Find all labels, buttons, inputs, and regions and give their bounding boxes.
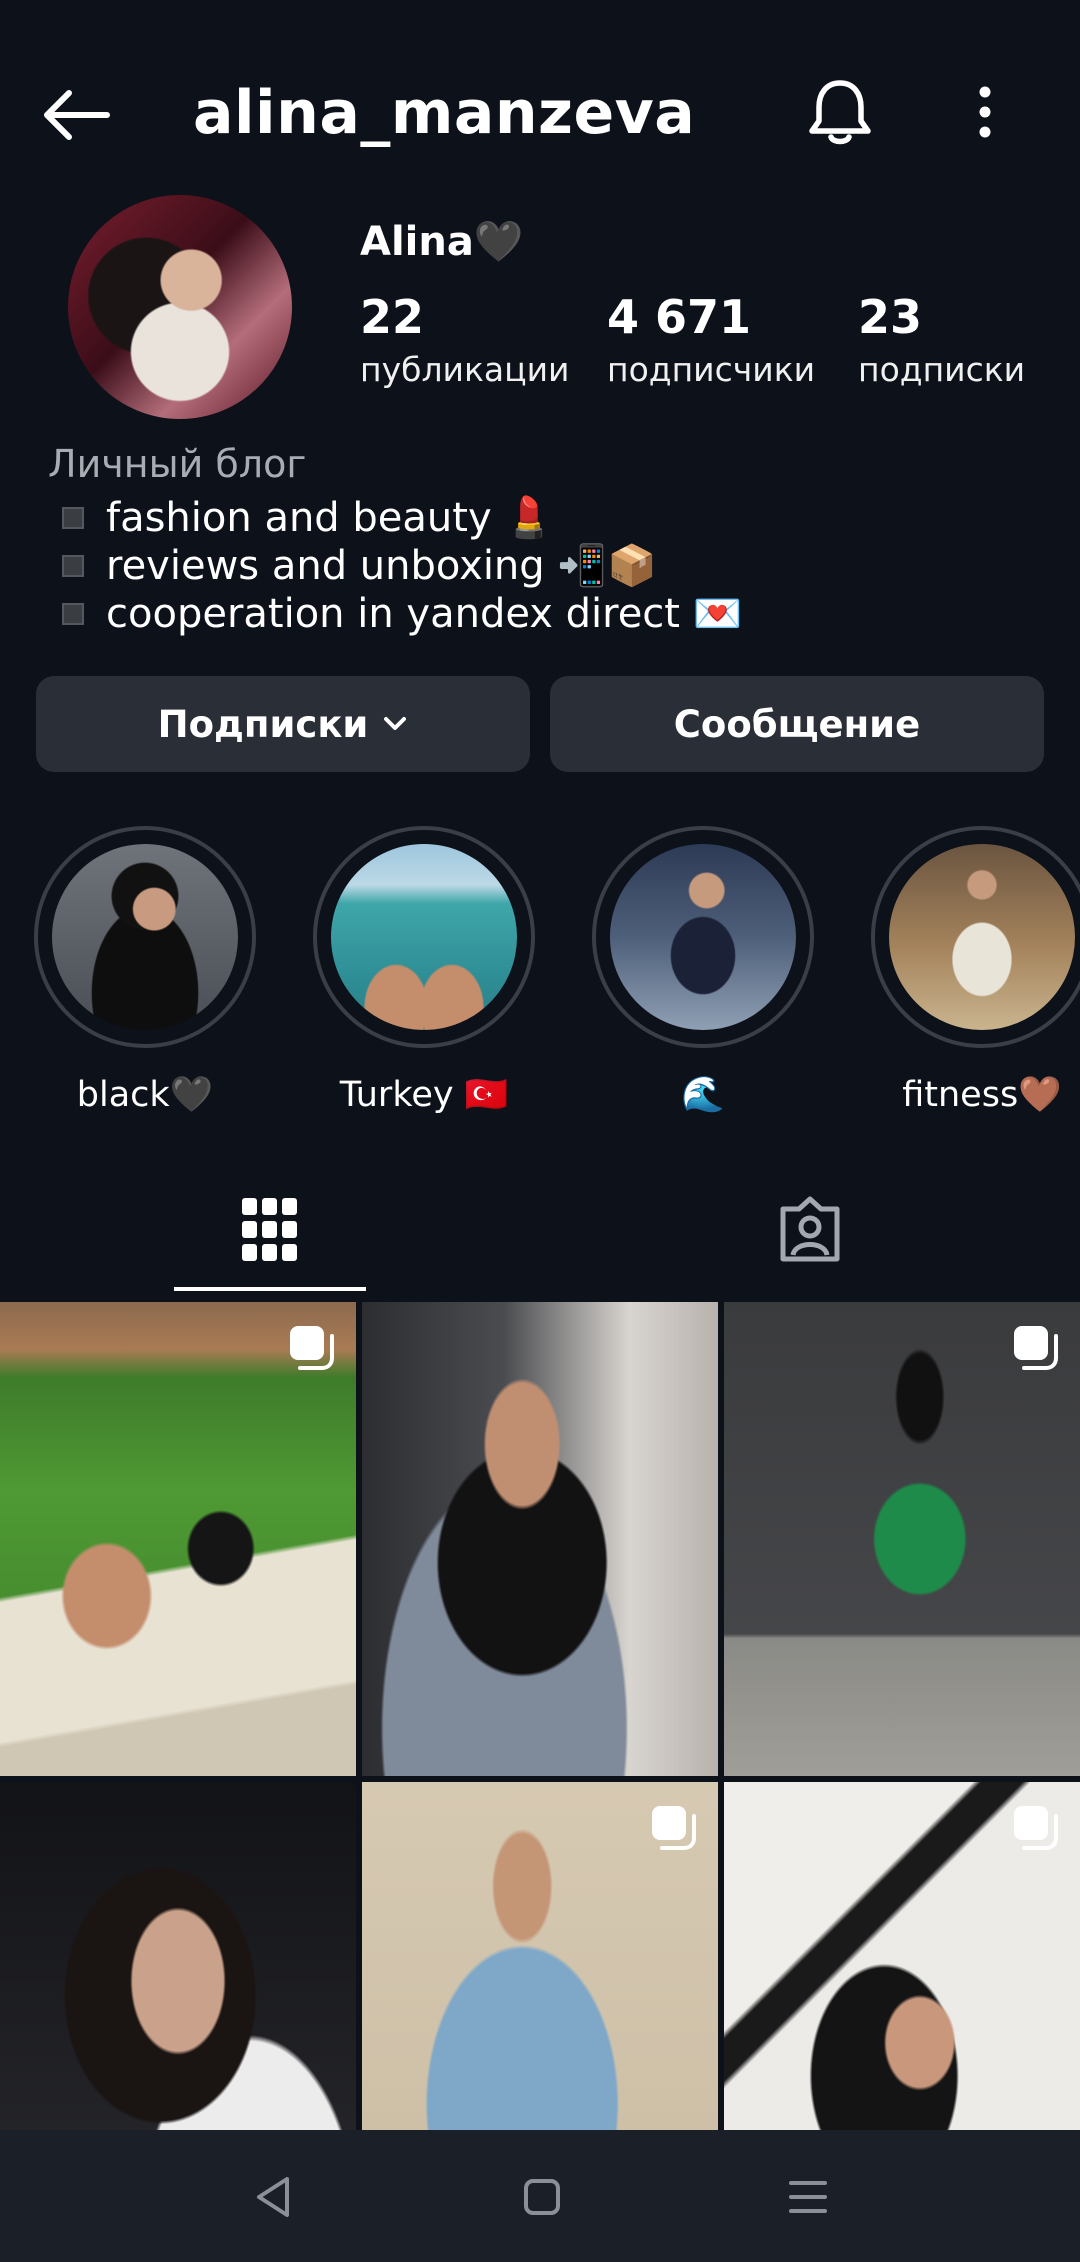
arrow-left-icon — [44, 90, 110, 140]
multiple-photos-icon — [1014, 1806, 1058, 1850]
tagged-person-icon — [780, 1196, 840, 1262]
nav-home-button[interactable] — [497, 2152, 587, 2242]
more-options-button[interactable] — [950, 72, 1020, 152]
highlight-ring — [871, 826, 1080, 1048]
following-dropdown-button[interactable]: Подписки — [36, 676, 530, 772]
post-thumbnail[interactable] — [362, 1302, 718, 1776]
menu-lines-icon — [789, 2181, 827, 2213]
highlight-label: Turkey 🇹🇷 — [339, 1075, 509, 1115]
message-button-label: Сообщение — [673, 702, 921, 746]
grid-icon — [242, 1198, 297, 1261]
tab-posts-grid[interactable] — [175, 1170, 365, 1290]
highlight-cover — [331, 844, 517, 1030]
top-bar: alina_manzeva — [0, 0, 1080, 220]
highlight-ring — [592, 826, 814, 1048]
profile-category: Личный блог — [48, 442, 307, 486]
following-button-label: Подписки — [157, 702, 369, 746]
chevron-down-icon — [384, 717, 407, 730]
highlight-ring — [34, 826, 256, 1048]
home-square-icon — [524, 2179, 560, 2215]
highlight-cover — [52, 844, 238, 1030]
post-thumbnail[interactable] — [724, 1302, 1080, 1776]
back-triangle-icon — [257, 2177, 289, 2217]
more-vertical-icon — [979, 86, 991, 138]
highlight-label: 🌊 — [681, 1075, 725, 1115]
back-button[interactable] — [30, 70, 120, 160]
highlight-cover — [889, 844, 1075, 1030]
message-button[interactable]: Сообщение — [550, 676, 1044, 772]
posts-count[interactable]: 22 публикации — [360, 290, 570, 389]
tab-tagged[interactable] — [715, 1170, 905, 1290]
bell-icon — [809, 80, 871, 145]
highlight-label: fitness🤎 — [902, 1075, 1062, 1115]
square-bullet-icon — [62, 554, 84, 577]
nav-back-button[interactable] — [228, 2152, 318, 2242]
highlight-ring — [313, 826, 535, 1048]
multiple-photos-icon — [1014, 1326, 1058, 1370]
profile-avatar[interactable] — [68, 195, 292, 419]
story-highlight[interactable]: Turkey 🇹🇷 — [313, 826, 535, 1115]
display-name: Alina🖤 — [360, 219, 524, 265]
post-image — [724, 1302, 1080, 1776]
highlight-cover — [610, 844, 796, 1030]
post-image — [0, 1302, 356, 1776]
active-tab-indicator — [174, 1287, 366, 1291]
square-bullet-icon — [62, 602, 84, 625]
notifications-button[interactable] — [800, 72, 880, 152]
bio-text: cooperation in yandex direct 💌 — [106, 591, 743, 637]
following-count[interactable]: 23 подписки — [858, 290, 1025, 389]
bio-line: fashion and beauty 💄 — [62, 494, 554, 541]
square-bullet-icon — [62, 506, 84, 529]
stat-label: публикации — [360, 350, 570, 389]
post-thumbnail[interactable] — [0, 1302, 356, 1776]
bio-line: reviews and unboxing 📲📦 — [62, 542, 657, 589]
story-highlight[interactable]: 🌊 — [592, 826, 814, 1115]
stat-value: 4 671 — [607, 290, 752, 344]
post-image — [362, 1302, 718, 1776]
bio-text: fashion and beauty 💄 — [106, 495, 555, 541]
avatar-image — [68, 195, 292, 419]
stat-label: подписчики — [607, 350, 816, 389]
followers-count[interactable]: 4 671 подписчики — [607, 290, 815, 389]
bio-line: cooperation in yandex direct 💌 — [62, 590, 743, 637]
stat-value: 22 — [360, 290, 425, 344]
story-highlight[interactable]: fitness🤎 — [871, 826, 1080, 1115]
bio-text: reviews and unboxing 📲📦 — [106, 543, 657, 589]
multiple-photos-icon — [652, 1806, 696, 1850]
multiple-photos-icon — [290, 1326, 334, 1370]
system-navigation-bar — [0, 2130, 1080, 2262]
story-highlight[interactable]: black🖤 — [34, 826, 256, 1115]
profile-username: alina_manzeva — [193, 78, 696, 148]
highlight-label: black🖤 — [76, 1075, 214, 1115]
stat-value: 23 — [858, 290, 923, 344]
stat-label: подписки — [858, 350, 1026, 389]
nav-recents-button[interactable] — [763, 2152, 853, 2242]
